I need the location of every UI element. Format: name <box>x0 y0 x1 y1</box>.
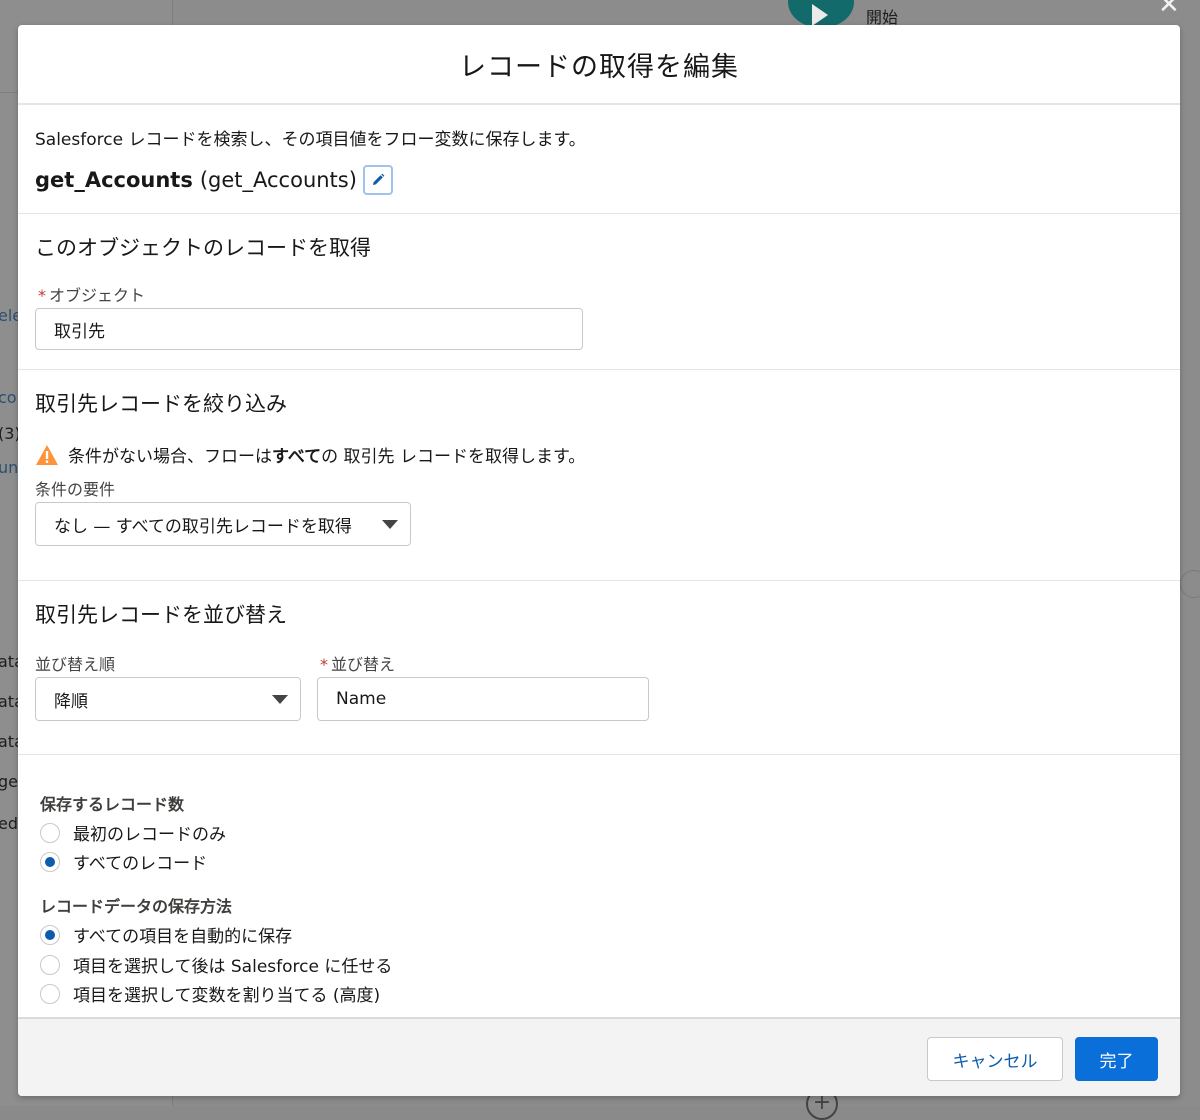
radio-button[interactable] <box>40 983 60 1004</box>
sort-order-select[interactable]: 降順 <box>35 677 301 721</box>
warning-text-prefix: 条件がない場合、フローは <box>68 447 272 467</box>
background-circle <box>1180 570 1200 598</box>
chevron-down-icon <box>382 520 398 529</box>
modal-description: Salesforce レコードを検索し、その項目値をフロー変数に保存します。 <box>35 130 586 150</box>
store-options-section: 保存するレコード数 最初のレコードのみ すべてのレコード レコードデータの保存方… <box>18 755 1180 1015</box>
object-section: このオブジェクトのレコードを取得 * オブジェクト 取引先 <box>18 214 1180 370</box>
condition-requirement-select[interactable]: なし — すべての取引先レコードを取得 <box>35 502 411 546</box>
modal-footer: キャンセル 完了 <box>18 1017 1180 1096</box>
cancel-button[interactable]: キャンセル <box>927 1037 1063 1081</box>
storage-method-option-auto[interactable]: すべての項目を自動的に保存 <box>40 922 292 947</box>
radio-button[interactable] <box>40 822 60 843</box>
close-icon: ✕ <box>1158 0 1180 20</box>
warning-text-bold: すべて <box>272 447 322 467</box>
object-input[interactable]: 取引先 <box>35 308 583 350</box>
sort-order-label: 並び替え順 <box>35 655 116 674</box>
edit-get-records-modal: レコードの取得を編集 Salesforce レコードを検索し、その項目値をフロー… <box>18 25 1180 1096</box>
filter-section: 取引先レコードを絞り込み 条件がない場合、フローはすべての 取引先 レコードを取… <box>18 370 1180 581</box>
radio-button[interactable] <box>40 924 60 945</box>
modal-header: レコードの取得を編集 <box>18 25 1180 105</box>
sort-by-label: * 並び替え <box>320 655 396 674</box>
warning-text-suffix: の 取引先 レコードを取得します。 <box>321 447 586 467</box>
storage-method-option-choose-fields[interactable]: 項目を選択して後は Salesforce に任せる <box>40 952 392 977</box>
record-count-label: 保存するレコード数 <box>40 795 185 814</box>
sort-section: 取引先レコードを並び替え 並び替え順 降順 * 並び替え Name <box>18 581 1180 755</box>
storage-method-option-assign-variables[interactable]: 項目を選択して変数を割り当てる (高度) <box>40 981 380 1006</box>
chevron-down-icon <box>272 695 288 704</box>
element-name-row: get_Accounts (get_Accounts) <box>35 165 393 195</box>
storage-method-label: レコードデータの保存方法 <box>40 897 233 916</box>
object-field-label: * オブジェクト <box>38 286 146 305</box>
filter-warning: 条件がない場合、フローはすべての 取引先 レコードを取得します。 <box>35 442 585 467</box>
radio-button[interactable] <box>40 954 60 975</box>
record-count-option-first[interactable]: 最初のレコードのみ <box>40 820 226 845</box>
required-marker: * <box>38 286 46 305</box>
filter-section-title: 取引先レコードを絞り込み <box>35 392 287 416</box>
play-icon <box>812 4 828 26</box>
background-text-fragment: co <box>0 388 17 407</box>
element-label: get_Accounts <box>35 168 193 192</box>
object-section-title: このオブジェクトのレコードを取得 <box>35 236 371 260</box>
sort-section-title: 取引先レコードを並び替え <box>35 603 287 627</box>
done-button[interactable]: 完了 <box>1075 1037 1158 1081</box>
element-api-name: (get_Accounts) <box>199 168 357 192</box>
edit-name-button[interactable] <box>362 165 393 195</box>
warning-triangle-icon <box>36 444 58 465</box>
sort-by-input[interactable]: Name <box>317 677 649 721</box>
background-text-fragment: ge <box>0 772 18 791</box>
radio-button[interactable] <box>40 851 60 872</box>
element-info-section: Salesforce レコードを検索し、その項目値をフロー変数に保存します。 g… <box>18 105 1180 214</box>
required-marker: * <box>320 655 328 674</box>
record-count-option-all[interactable]: すべてのレコード <box>40 849 207 874</box>
condition-requirement-label: 条件の要件 <box>35 480 116 499</box>
pencil-icon <box>372 173 385 185</box>
modal-title: レコードの取得を編集 <box>459 51 739 83</box>
